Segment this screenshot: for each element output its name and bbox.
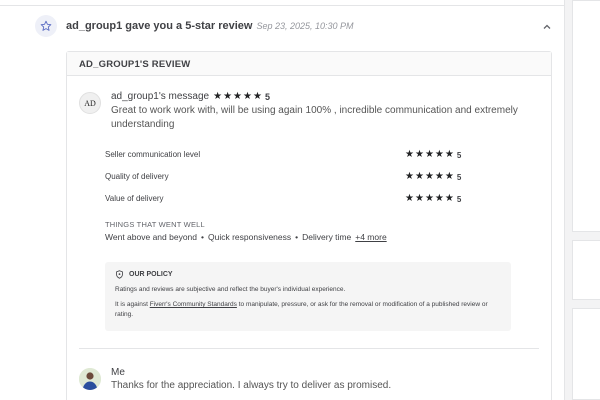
bullet-separator: •	[295, 232, 299, 242]
chevron-up-icon[interactable]	[542, 22, 552, 32]
policy-title: OUR POLICY	[115, 270, 501, 279]
bullet-separator: •	[201, 232, 204, 242]
star-rating: ★ ★ ★ ★ ★	[405, 150, 454, 160]
star-outline-icon	[40, 20, 52, 31]
went-well-list: Went above and beyond • Quick responsivene…	[105, 232, 387, 242]
policy-box: OUR POLICY Ratings and reviews are subje…	[105, 262, 511, 331]
star-icon: ★	[444, 193, 454, 204]
star-icon: ★	[243, 90, 252, 102]
star-icon: ★	[434, 193, 444, 204]
star-rating: ★ ★ ★ ★ ★	[405, 172, 454, 182]
show-more-link[interactable]: +4 more	[355, 232, 386, 242]
community-standards-link[interactable]: Fiverr's Community Standards	[150, 301, 237, 308]
policy-text-2: It is against Fiverr's Community Standar…	[115, 300, 505, 320]
star-icon: ★	[252, 90, 262, 102]
review-message: Great to work work with, will be using a…	[111, 105, 518, 130]
review-card: AD_GROUP1'S REVIEW AD ad_group1's messag…	[66, 51, 552, 400]
rating-number: 5	[456, 172, 462, 182]
rating-label: Value of delivery	[105, 194, 164, 203]
side-card	[572, 308, 600, 400]
rating-label: Quality of delivery	[105, 172, 169, 181]
star-icon: ★	[414, 149, 424, 160]
side-card	[572, 0, 600, 232]
review-notification-icon	[35, 15, 57, 37]
star-icon: ★	[405, 171, 414, 182]
went-well-item: Delivery time	[302, 232, 352, 242]
rating-row-communication: Seller communication level ★ ★ ★ ★ ★ 5	[105, 150, 461, 160]
star-icon: ★	[444, 171, 454, 182]
policy-text-1: Ratings and reviews are subjective and r…	[115, 286, 346, 293]
policy-title-text: OUR POLICY	[129, 271, 173, 278]
notifications-panel: ad_group1 gave you a 5-star review Sep 23…	[0, 0, 565, 400]
star-rating: ★ ★ ★ ★ ★	[405, 194, 454, 204]
notification-title[interactable]: ad_group1 gave you a 5-star review Sep 23…	[66, 20, 354, 32]
star-icon: ★	[405, 193, 414, 204]
went-well-title: THINGS THAT WENT WELL	[105, 220, 205, 229]
overall-star-rating: ★ ★ ★ ★ ★	[213, 90, 262, 102]
star-icon: ★	[424, 193, 434, 204]
person-avatar-icon	[79, 368, 101, 390]
side-card	[572, 240, 600, 300]
star-icon: ★	[444, 149, 454, 160]
message-label: ad_group1's message	[111, 91, 210, 102]
rating-row-value: Value of delivery ★ ★ ★ ★ ★ 5	[105, 194, 461, 204]
review-header: AD_GROUP1'S REVIEW	[67, 52, 551, 76]
star-icon: ★	[424, 149, 434, 160]
rating-value: ★ ★ ★ ★ ★ 5	[405, 194, 461, 204]
reply-author: Me	[111, 367, 125, 378]
rating-label: Seller communication level	[105, 150, 201, 159]
policy-text-2-start: It is against	[115, 301, 150, 308]
my-avatar[interactable]	[79, 368, 101, 390]
star-icon: ★	[233, 90, 242, 102]
star-icon: ★	[405, 149, 414, 160]
rating-number: 5	[456, 150, 462, 160]
star-icon: ★	[414, 171, 424, 182]
reply-text: Thanks for the appreciation. I always tr…	[111, 380, 392, 391]
notification-date: Sep 23, 2025, 10:30 PM	[256, 21, 354, 31]
went-well-item: Went above and beyond	[105, 232, 197, 242]
star-icon: ★	[213, 90, 223, 102]
rating-value: ★ ★ ★ ★ ★ 5	[405, 172, 461, 182]
reply-divider	[79, 348, 539, 349]
star-icon: ★	[424, 171, 434, 182]
overall-rating-value: 5	[264, 91, 270, 102]
shield-icon	[116, 270, 123, 279]
star-icon: ★	[414, 193, 424, 204]
top-divider	[0, 0, 564, 6]
rating-number: 5	[456, 194, 462, 204]
rating-value: ★ ★ ★ ★ ★ 5	[405, 150, 461, 160]
star-icon: ★	[434, 171, 444, 182]
message-title: ad_group1's message ★ ★ ★ ★ ★ 5	[111, 91, 270, 102]
star-icon: ★	[223, 90, 233, 102]
rating-row-quality: Quality of delivery ★ ★ ★ ★ ★ 5	[105, 172, 461, 182]
went-well-item: Quick responsiveness	[207, 232, 292, 242]
right-panel	[566, 0, 600, 400]
buyer-avatar-text: AD	[84, 98, 96, 108]
notification-title-text: ad_group1 gave you a 5-star review	[66, 20, 253, 32]
star-icon: ★	[434, 149, 444, 160]
buyer-avatar[interactable]: AD	[79, 92, 101, 114]
